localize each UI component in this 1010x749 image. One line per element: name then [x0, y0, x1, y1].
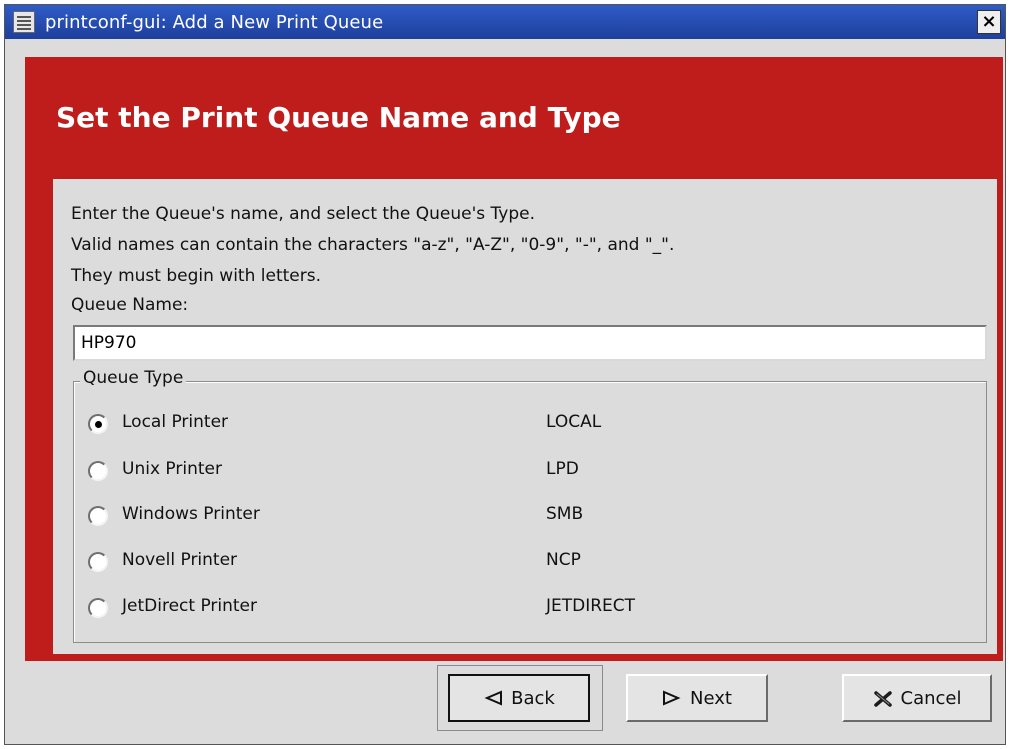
dialog-window: printconf-gui: Add a New Print Queue × S… — [4, 4, 1006, 745]
close-icon[interactable]: × — [977, 10, 1001, 34]
wizard-frame: Set the Print Queue Name and Type Enter … — [25, 57, 1003, 661]
next-arrow-icon — [662, 690, 682, 706]
back-arrow-icon — [483, 690, 503, 706]
radio-button[interactable] — [88, 552, 108, 572]
radio-label: Windows Printer — [122, 504, 260, 524]
title-bar[interactable]: printconf-gui: Add a New Print Queue × — [5, 5, 1005, 39]
window-menu-icon[interactable] — [13, 11, 35, 33]
instruction-line: Enter the Queue's name, and select the Q… — [71, 204, 535, 224]
back-button[interactable]: Back — [448, 674, 590, 722]
radio-button[interactable] — [88, 461, 108, 481]
queue-type-title: Queue Type — [80, 368, 187, 388]
instructions: Enter the Queue's name, and select the Q… — [71, 199, 674, 292]
radio-label: Unix Printer — [122, 459, 222, 479]
queue-type-group: Queue Type Local Printer LOCAL Unix Prin… — [73, 368, 987, 643]
radio-button-selected[interactable] — [88, 414, 108, 434]
next-label: Next — [690, 687, 732, 709]
queue-name-label: Queue Name: — [71, 295, 189, 315]
cancel-button[interactable]: Cancel — [842, 674, 992, 722]
content-panel: Enter the Queue's name, and select the Q… — [53, 179, 997, 654]
radio-label: JetDirect Printer — [122, 596, 257, 616]
radio-button[interactable] — [88, 598, 108, 618]
cancel-x-icon — [873, 690, 893, 707]
queue-type-code: LOCAL — [546, 412, 602, 432]
queue-type-code: LPD — [546, 459, 579, 479]
queue-type-code: SMB — [546, 504, 584, 524]
queue-type-code: JETDIRECT — [546, 596, 636, 616]
page-title: Set the Print Queue Name and Type — [56, 101, 621, 134]
instruction-line: Valid names can contain the characters "… — [71, 235, 675, 255]
radio-button[interactable] — [88, 506, 108, 526]
queue-type-code: NCP — [546, 550, 581, 570]
next-button[interactable]: Next — [626, 674, 768, 722]
queue-name-input[interactable] — [73, 325, 987, 361]
radio-label: Local Printer — [122, 412, 229, 432]
instruction-line: They must begin with letters. — [71, 266, 321, 286]
cancel-label: Cancel — [900, 687, 962, 709]
back-label: Back — [511, 687, 555, 709]
radio-label: Novell Printer — [122, 550, 238, 570]
window-title: printconf-gui: Add a New Print Queue — [45, 12, 384, 33]
